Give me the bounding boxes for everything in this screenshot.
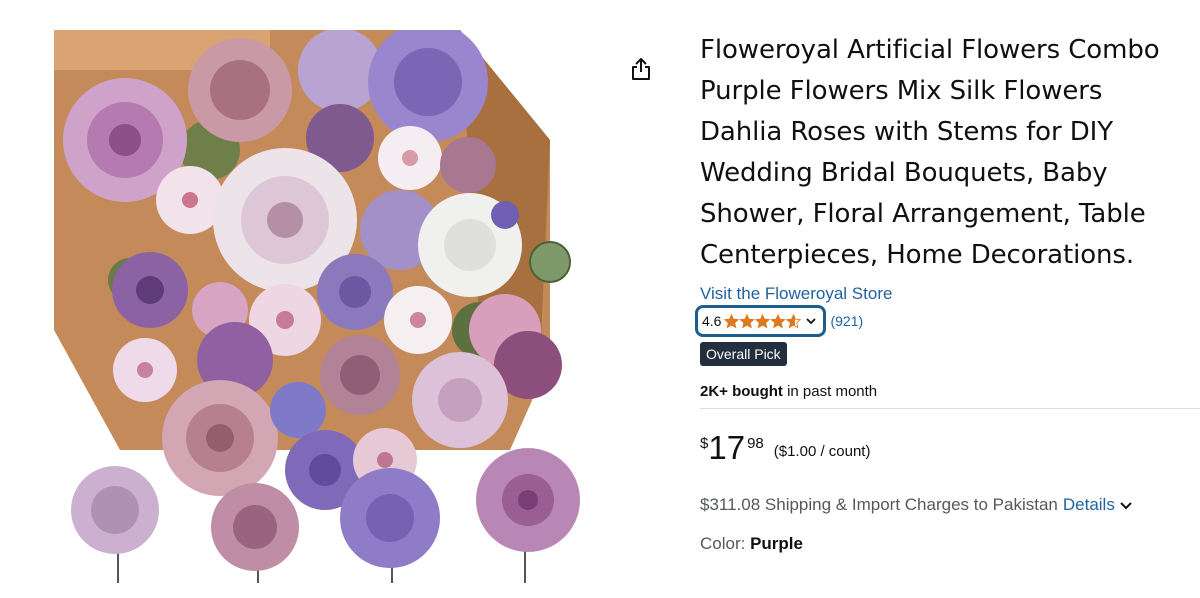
shipping-info: $311.08 Shipping & Import Charges to Pak… (700, 495, 1190, 515)
unit-price: ($1.00 / count) (773, 443, 871, 460)
store-link[interactable]: Visit the Floweroyal Store (700, 284, 892, 304)
bought-suffix: in past month (782, 383, 878, 400)
color-label: Color: (700, 534, 751, 553)
price-symbol: $ (700, 435, 709, 452)
rating-value: 4.6 (702, 313, 722, 329)
divider (700, 408, 1200, 409)
shipping-details-link[interactable]: Details (1063, 495, 1115, 515)
share-icon (632, 58, 650, 80)
price-whole: 17 (708, 429, 746, 466)
product-info: Floweroyal Artificial Flowers Combo Purp… (695, 30, 1200, 554)
product-title: Floweroyal Artificial Flowers Combo Purp… (700, 35, 1160, 270)
star-icon (771, 313, 786, 328)
star-half-icon (786, 313, 802, 328)
star-icon (724, 313, 740, 328)
star-rating (724, 313, 802, 329)
color-selection: Color: Purple (700, 534, 1190, 554)
shipping-text: $311.08 Shipping & Import Charges to Pak… (700, 495, 1058, 514)
chevron-down-icon (806, 318, 817, 325)
color-value: Purple (750, 534, 803, 553)
review-count-link[interactable]: (921) (830, 313, 863, 329)
star-icon (740, 313, 755, 328)
price-fraction: 98 (747, 435, 764, 452)
chevron-down-icon[interactable] (1119, 498, 1133, 512)
rating-popover-trigger[interactable]: 4.6 (695, 305, 827, 337)
rating-row: 4.6 (921) (695, 305, 1190, 337)
product-image[interactable] (40, 30, 600, 590)
overall-pick-badge: Overall Pick (700, 342, 787, 366)
price: $ 17 98 ($1.00 / count) (700, 431, 1190, 465)
bought-count: 2K+ bought (700, 383, 783, 400)
star-icon (755, 313, 771, 328)
share-button[interactable] (626, 54, 656, 84)
bought-in-past-month: 2K+ bought in past month (700, 383, 1190, 400)
